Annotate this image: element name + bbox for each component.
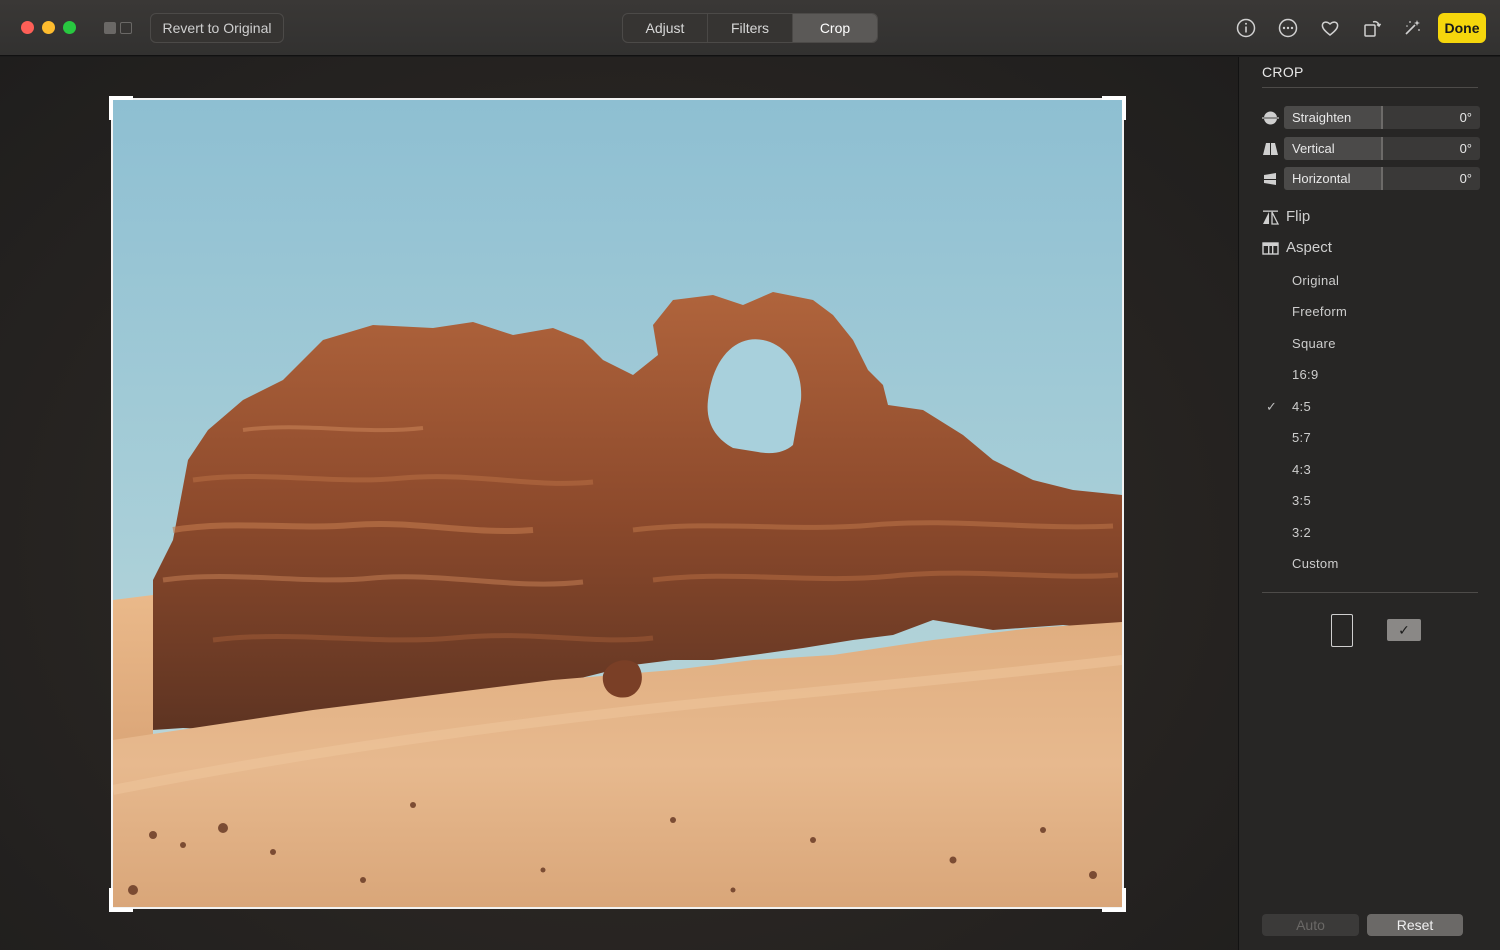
aspect-option-label: 5:7: [1292, 430, 1311, 445]
portrait-orientation-button[interactable]: [1331, 614, 1353, 647]
revert-to-original-button[interactable]: Revert to Original: [150, 13, 284, 43]
window-close-button[interactable]: [21, 21, 34, 34]
edit-mode-tabs: Adjust Filters Crop: [622, 13, 878, 43]
checkmark-icon: ✓: [1266, 399, 1277, 414]
aspect-option-square[interactable]: Square: [1262, 334, 1480, 356]
auto-button[interactable]: Auto: [1262, 914, 1359, 936]
done-button[interactable]: Done: [1438, 13, 1486, 43]
aspect-option-3-2[interactable]: 3:2: [1262, 523, 1480, 545]
landscape-orientation-button[interactable]: ✓: [1387, 619, 1421, 641]
aspect-option-label: Square: [1292, 336, 1336, 351]
aspect-option-3-5[interactable]: 3:5: [1262, 491, 1480, 513]
aspect-option-custom[interactable]: Custom: [1262, 554, 1480, 576]
aspect-option-label: 4:3: [1292, 462, 1311, 477]
window-minimize-button[interactable]: [42, 21, 55, 34]
vertical-perspective-icon: [1262, 141, 1279, 157]
tab-crop[interactable]: Crop: [793, 14, 877, 42]
sidebar-title: CROP: [1262, 64, 1304, 80]
crop-handle-bottom-left[interactable]: [109, 888, 133, 912]
straighten-icon: [1262, 110, 1279, 126]
info-icon[interactable]: [1233, 15, 1259, 41]
tab-adjust[interactable]: Adjust: [623, 14, 708, 42]
aspect-icon: [1262, 241, 1279, 256]
crop-handle-top-right[interactable]: [1102, 96, 1126, 120]
aspect-option-5-7[interactable]: 5:7: [1262, 428, 1480, 450]
crop-sidebar: CROP Straighten 0° Vertical 0° Horizonta…: [1238, 57, 1500, 950]
straighten-value: 0°: [1459, 110, 1472, 125]
aspect-option-4-3[interactable]: 4:3: [1262, 460, 1480, 482]
aspect-option-label: 16:9: [1292, 367, 1319, 382]
more-icon[interactable]: [1275, 15, 1301, 41]
aspect-option-label: Custom: [1292, 556, 1339, 571]
window-zoom-button[interactable]: [63, 21, 76, 34]
vertical-slider[interactable]: Vertical 0°: [1262, 137, 1480, 161]
aspect-option-label: Original: [1292, 273, 1340, 288]
compare-original-icon[interactable]: [104, 20, 134, 36]
aspect-option-label: 4:5: [1292, 399, 1311, 414]
aspect-option-label: Freeform: [1292, 304, 1348, 319]
favorite-heart-icon[interactable]: [1317, 15, 1343, 41]
vertical-value: 0°: [1459, 141, 1472, 156]
straighten-label: Straighten: [1292, 110, 1352, 125]
straighten-slider[interactable]: Straighten 0°: [1262, 106, 1480, 130]
tab-filters[interactable]: Filters: [708, 14, 793, 42]
horizontal-perspective-icon: [1262, 171, 1279, 187]
crop-handle-bottom-right[interactable]: [1102, 888, 1126, 912]
aspect-option-16-9[interactable]: 16:9: [1262, 365, 1480, 387]
aspect-option-label: 3:2: [1292, 525, 1311, 540]
aspect-option-freeform[interactable]: Freeform: [1262, 302, 1480, 324]
photo-canvas: [0, 57, 1238, 950]
vertical-label: Vertical: [1292, 141, 1335, 156]
horizontal-value: 0°: [1459, 171, 1472, 186]
crop-frame[interactable]: [111, 98, 1124, 909]
aspect-option-4-5[interactable]: ✓ 4:5: [1262, 397, 1480, 419]
aspect-label: Aspect: [1286, 239, 1332, 256]
sidebar-divider: [1262, 87, 1478, 88]
desert-arch-photo: [113, 100, 1122, 907]
horizontal-slider[interactable]: Horizontal 0°: [1262, 167, 1480, 191]
toolbar: Revert to Original Adjust Filters Crop D…: [0, 0, 1500, 56]
sidebar-divider: [1262, 592, 1478, 593]
flip-icon: [1262, 210, 1280, 225]
horizontal-label: Horizontal: [1292, 171, 1351, 186]
auto-enhance-icon[interactable]: [1399, 15, 1425, 41]
reset-button[interactable]: Reset: [1367, 914, 1463, 936]
flip-label: Flip: [1286, 208, 1311, 225]
aspect-option-label: 3:5: [1292, 493, 1311, 508]
crop-handle-top-left[interactable]: [109, 96, 133, 120]
aspect-option-original[interactable]: Original: [1262, 271, 1480, 293]
rotate-icon[interactable]: [1359, 15, 1385, 41]
